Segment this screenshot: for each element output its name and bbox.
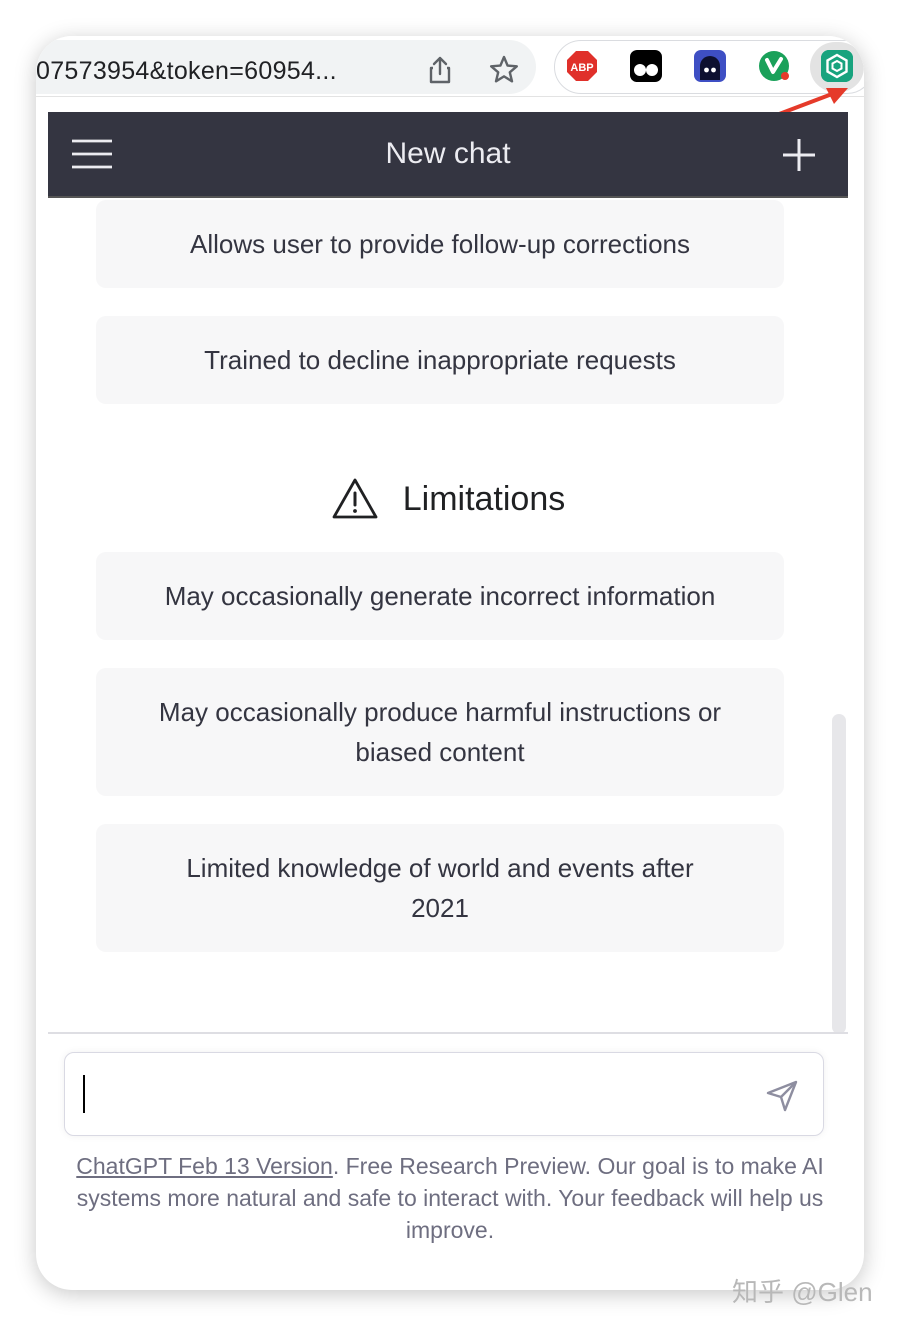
limitation-card[interactable]: May occasionally produce harmful instruc… xyxy=(96,668,784,796)
svg-text:ABP: ABP xyxy=(570,62,593,74)
bookmark-star-icon[interactable] xyxy=(488,54,520,86)
menu-icon[interactable] xyxy=(72,138,112,170)
abp-icon[interactable]: ABP xyxy=(566,50,598,82)
chat-title: New chat xyxy=(385,137,511,170)
message-input[interactable] xyxy=(64,1052,824,1136)
limitation-card[interactable]: May occasionally generate incorrect info… xyxy=(96,552,784,640)
limitation-text: May occasionally generate incorrect info… xyxy=(164,581,716,611)
url-text: 07573954&token=60954... xyxy=(36,57,337,85)
warning-icon xyxy=(332,478,378,519)
limitation-text: Limited knowledge of world and events af… xyxy=(186,853,694,923)
capability-text: Allows user to provide follow-up correct… xyxy=(190,229,690,259)
capability-text: Trained to decline inappropriate request… xyxy=(204,345,676,375)
tampermonkey-icon[interactable] xyxy=(630,50,662,82)
scrollbar[interactable] xyxy=(832,714,846,1034)
limitations-heading: Limitations xyxy=(48,474,848,524)
capability-card[interactable]: Allows user to provide follow-up correct… xyxy=(96,200,784,288)
composer-divider xyxy=(48,1032,848,1034)
watermark: 知乎 @Glen xyxy=(732,1277,873,1307)
chatgpt-extension-icon[interactable] xyxy=(821,50,853,82)
browser-toolbar: 07573954&token=60954... ABP xyxy=(36,36,864,124)
version-link[interactable]: ChatGPT Feb 13 Version xyxy=(76,1153,333,1179)
browser-window: 07573954&token=60954... ABP New chat All… xyxy=(36,36,864,1290)
capability-card[interactable]: Trained to decline inappropriate request… xyxy=(96,316,784,404)
text-caret xyxy=(83,1075,85,1113)
send-icon[interactable] xyxy=(765,1079,799,1113)
limitations-heading-text: Limitations xyxy=(402,479,566,518)
limitation-card[interactable]: Limited knowledge of world and events af… xyxy=(96,824,784,952)
new-chat-plus-icon[interactable] xyxy=(782,138,816,172)
footer-disclaimer: ChatGPT Feb 13 Version. Free Research Pr… xyxy=(76,1150,824,1246)
ghost-icon[interactable] xyxy=(694,50,726,82)
chat-content: Allows user to provide follow-up correct… xyxy=(48,198,848,1034)
address-bar[interactable]: 07573954&token=60954... xyxy=(36,40,536,94)
v-icon[interactable] xyxy=(758,50,790,82)
chat-header: New chat xyxy=(48,112,848,198)
share-icon[interactable] xyxy=(424,54,456,86)
limitation-text: May occasionally produce harmful instruc… xyxy=(158,697,722,767)
